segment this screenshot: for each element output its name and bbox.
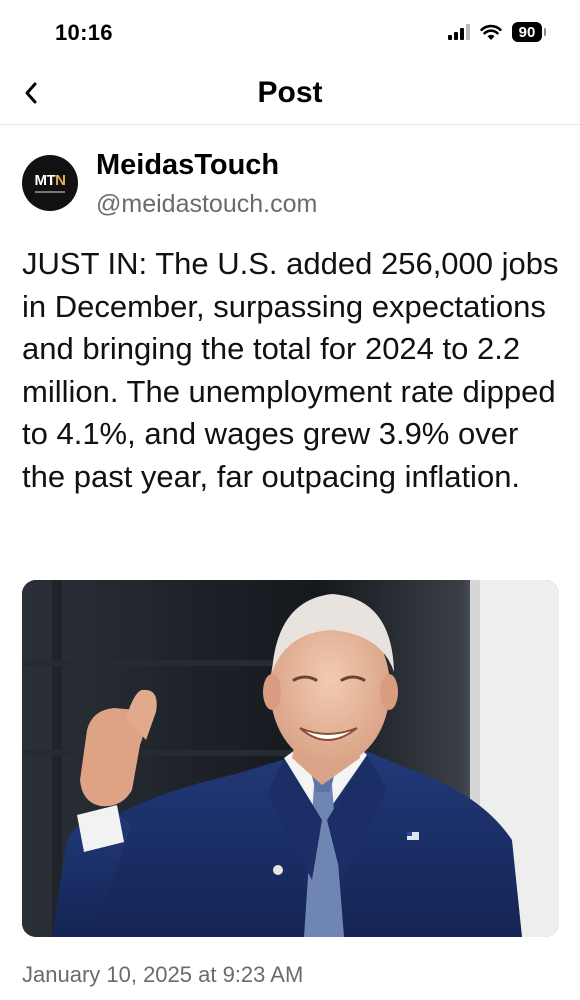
status-time: 10:16 (55, 20, 113, 45)
post-image[interactable] (22, 580, 559, 937)
avatar-logo-accent: N (55, 172, 66, 189)
avatar-logo-underline (35, 191, 65, 193)
author-header[interactable]: MTN MeidasTouch @meidastouch.com (22, 145, 562, 225)
battery-icon: 90 (512, 22, 546, 42)
post-photo-illustration (22, 580, 559, 937)
wifi-icon (480, 24, 502, 40)
post-text: JUST IN: The U.S. added 256,000 jobs in … (22, 246, 559, 494)
page-title: Post (257, 76, 323, 109)
avatar[interactable]: MTN (22, 155, 78, 211)
post-timestamp: January 10, 2025 at 9:23 AM (22, 962, 304, 987)
author-name[interactable]: MeidasTouch (96, 149, 279, 182)
author-handle[interactable]: @meidastouch.com (96, 190, 317, 219)
status-bar: 10:16 90 (0, 0, 580, 60)
cellular-signal-icon (448, 24, 470, 40)
status-icons: 90 (448, 22, 546, 42)
nav-bar: Post (0, 62, 580, 125)
avatar-logo-main: MT (34, 172, 56, 189)
avatar-logo: MTN (34, 172, 66, 189)
